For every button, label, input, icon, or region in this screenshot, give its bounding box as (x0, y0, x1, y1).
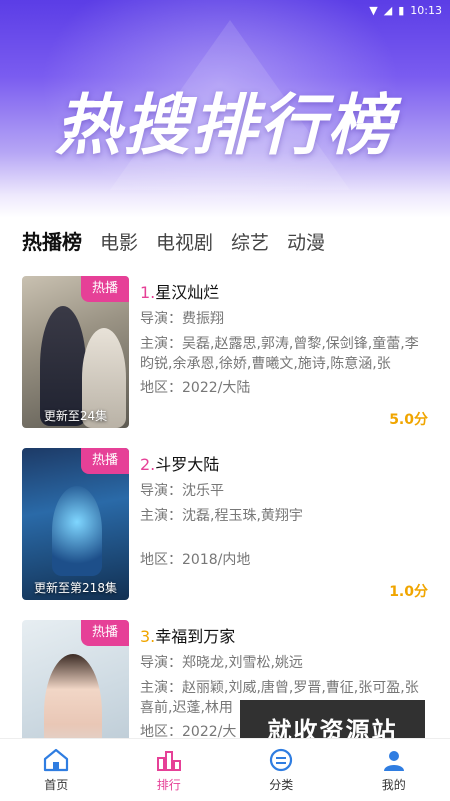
nav-category[interactable]: 分类 (225, 739, 338, 801)
ranking-banner: ▼ ◢ ▮ 10:13 热搜排行榜 (0, 0, 450, 218)
home-icon (44, 748, 69, 771)
status-time: 10:13 (410, 3, 442, 17)
bottom-navigation: 首页 排行 分类 我的 (0, 738, 450, 801)
cast: 主演：吴磊,赵露思,郭涛,曾黎,保剑锋,童蕾,李昀锐,余承恩,徐娇,曹曦文,施诗… (140, 336, 419, 372)
list-item[interactable]: 热播 更新至第218集 2.斗罗大陆 导演：沈乐平 主演：沈磊,程玉珠,黄翔宇 … (0, 448, 450, 620)
ranking-icon (156, 750, 181, 771)
score: 5.0分 (389, 412, 428, 428)
nav-label: 排行 (156, 777, 181, 792)
nav-ranking[interactable]: 排行 (113, 739, 226, 801)
category-icon (270, 748, 293, 771)
title-text: 斗罗大陆 (155, 455, 220, 474)
region-year: 地区：2022/大陆 (140, 380, 251, 396)
region-year: 地区：2018/内地 (140, 552, 251, 568)
title-text: 幸福到万家 (155, 627, 236, 646)
director: 导演：郑晓龙,刘雪松,姚远 (140, 655, 303, 671)
nav-label: 我的 (381, 777, 406, 792)
item-title[interactable]: 3.幸福到万家 (140, 623, 235, 647)
wifi-icon: ▼ (369, 3, 378, 17)
nav-home[interactable]: 首页 (0, 739, 113, 801)
signal-icon: ◢ (383, 3, 393, 17)
nav-profile[interactable]: 我的 (338, 739, 450, 801)
cast: 主演：沈磊,程玉珠,黄翔宇 (140, 508, 303, 524)
item-title[interactable]: 1.星汉灿烂 (140, 279, 219, 303)
title-text: 星汉灿烂 (155, 283, 220, 302)
director: 导演：费振翔 (140, 311, 224, 327)
update-status: 更新至第218集 (34, 581, 117, 595)
category-tabs: 热播榜 电影 电视剧 综艺 动漫 (22, 226, 325, 255)
list-item[interactable]: 热播 更新至24集 1.星汉灿烂 导演：费振翔 主演：吴磊,赵露思,郭涛,曾黎,… (0, 276, 450, 448)
poster-image[interactable]: 热播 更新至24集 (22, 276, 129, 428)
tab-anime[interactable]: 动漫 (287, 228, 325, 255)
profile-icon (383, 750, 404, 771)
poster-image[interactable]: 热播 更新至第218集 (22, 448, 129, 600)
tab-tv[interactable]: 电视剧 (156, 228, 213, 255)
nav-label: 首页 (44, 777, 69, 792)
director: 导演：沈乐平 (140, 483, 224, 499)
banner-title: 热搜排行榜 (55, 87, 395, 164)
item-title[interactable]: 2.斗罗大陆 (140, 451, 219, 475)
tab-movie[interactable]: 电影 (100, 228, 138, 255)
rank-number: 3. (140, 627, 156, 646)
update-status: 更新至24集 (43, 409, 108, 423)
score: 1.0分 (389, 584, 428, 600)
battery-icon: ▮ (398, 3, 405, 17)
status-bar: ▼ ◢ ▮ 10:13 (0, 0, 450, 20)
tab-hot[interactable]: 热播榜 (22, 226, 82, 255)
poster-figure (52, 486, 102, 576)
tab-variety[interactable]: 综艺 (231, 228, 269, 255)
hot-badge: 热播 (81, 276, 129, 302)
nav-label: 分类 (269, 777, 294, 792)
rank-number: 2. (140, 455, 156, 474)
hot-badge: 热播 (81, 620, 129, 646)
hot-badge: 热播 (81, 448, 129, 474)
rank-number: 1. (140, 283, 156, 302)
